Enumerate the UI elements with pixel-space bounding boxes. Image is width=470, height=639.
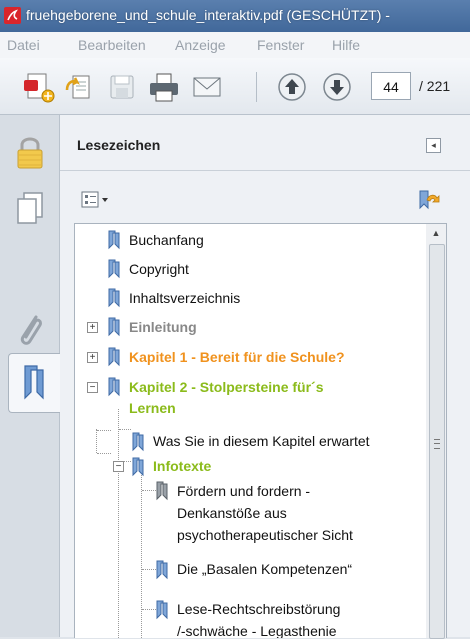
toolbar-separator [256,72,257,102]
bookmark-foerdern-line3[interactable]: psychotherapeutischer Sicht [177,523,353,547]
bookmark-icon [155,600,171,620]
grip-icon [434,439,440,449]
bookmark-was-sie-erwartet[interactable]: Was Sie in diesem Kapitel erwartet [153,429,370,453]
attachments-paperclip-icon[interactable] [10,307,50,351]
bookmark-icon [131,457,147,477]
panel-header: Lesezeichen ◂ [60,115,470,171]
next-page-icon[interactable] [320,70,354,104]
scroll-up-arrow-icon[interactable]: ▲ [426,224,446,242]
collapse-toggle[interactable]: − [87,382,98,393]
window-title: fruehgeborene_und_schule_interaktiv.pdf … [26,7,390,23]
new-bookmark-icon[interactable] [415,188,441,212]
bookmark-basale-kompetenzen[interactable]: Die „Basalen Kompetenzen“ [177,557,352,581]
bookmarks-scrollbar[interactable]: ▲ [426,223,447,639]
bookmark-icon [107,288,123,308]
title-bar: fruehgeborene_und_schule_interaktiv.pdf … [0,0,470,32]
menu-hilfe[interactable]: Hilfe [332,37,360,53]
collapse-toggle[interactable]: − [113,461,124,472]
bookmark-kapitel-2-line2[interactable]: Lernen [129,396,176,420]
print-icon[interactable] [147,70,181,104]
bookmarks-tree: Buchanfang Copyright Inhaltsverzeichnis … [74,223,428,638]
page-number-input[interactable]: 44 [371,72,411,100]
bookmark-foerdern-line2[interactable]: Denkanstöße aus [177,501,287,525]
tree-line [119,429,131,430]
bookmark-icon [107,259,123,279]
panel-title: Lesezeichen [77,137,161,153]
bookmark-icon [107,317,123,337]
bookmark-foerdern[interactable]: Fördern und fordern - [177,479,310,503]
expand-toggle[interactable]: + [87,352,98,363]
tree-line [142,490,156,491]
menu-bar: Datei Bearbeiten Anzeige Fenster Hilfe [0,32,470,59]
bookmarks-panel: Lesezeichen ◂ Buchanfang Copyright Inhal… [60,115,470,639]
bookmark-kapitel-1[interactable]: Kapitel 1 - Bereit für die Schule? [129,345,345,369]
combine-files-icon[interactable] [63,70,97,104]
bookmark-buchanfang[interactable]: Buchanfang [129,228,204,252]
menu-fenster[interactable]: Fenster [257,37,304,53]
bookmark-icon [107,377,123,397]
save-icon[interactable] [105,70,139,104]
tree-line [142,569,156,570]
tree-line [118,409,119,638]
tree-line [97,453,111,454]
page-thumbnails-icon[interactable] [10,187,50,231]
bookmark-inhaltsverzeichnis[interactable]: Inhaltsverzeichnis [129,286,240,310]
bookmark-copyright[interactable]: Copyright [129,257,189,281]
collapse-panel-button[interactable]: ◂ [426,138,441,153]
bookmark-lrs-line2[interactable]: /-schwäche - Legasthenie [177,619,337,638]
scrollbar-thumb[interactable] [429,244,445,639]
menu-bearbeiten[interactable]: Bearbeiten [78,37,146,53]
tree-line [141,470,142,638]
tree-line [142,609,156,610]
bookmark-panel-icon [24,365,44,400]
tree-line [97,430,111,431]
bookmark-lrs[interactable]: Lese-Rechtschreibstörung [177,597,340,621]
expand-toggle[interactable]: + [87,322,98,333]
bookmark-icon [155,481,171,501]
tree-line [96,429,97,453]
bookmark-icon [107,347,123,367]
toolbar: 44 / 221 [0,58,470,115]
previous-page-icon[interactable] [275,70,309,104]
create-pdf-icon[interactable] [22,70,56,104]
bookmark-icon [131,432,147,452]
page-total: / 221 [419,78,451,94]
navigation-pane-strip [0,115,61,637]
bookmarks-tab[interactable] [8,353,61,413]
menu-datei[interactable]: Datei [7,37,40,53]
security-lock-icon[interactable] [10,131,50,175]
bookmark-icon [155,560,171,580]
bookmark-infotexte[interactable]: Infotexte [153,454,211,478]
options-menu-button[interactable] [80,190,116,210]
bookmark-einleitung[interactable]: Einleitung [129,315,197,339]
bookmark-icon [107,230,123,250]
email-icon[interactable] [190,70,224,104]
menu-anzeige[interactable]: Anzeige [175,37,226,53]
pdf-app-icon [4,7,21,24]
